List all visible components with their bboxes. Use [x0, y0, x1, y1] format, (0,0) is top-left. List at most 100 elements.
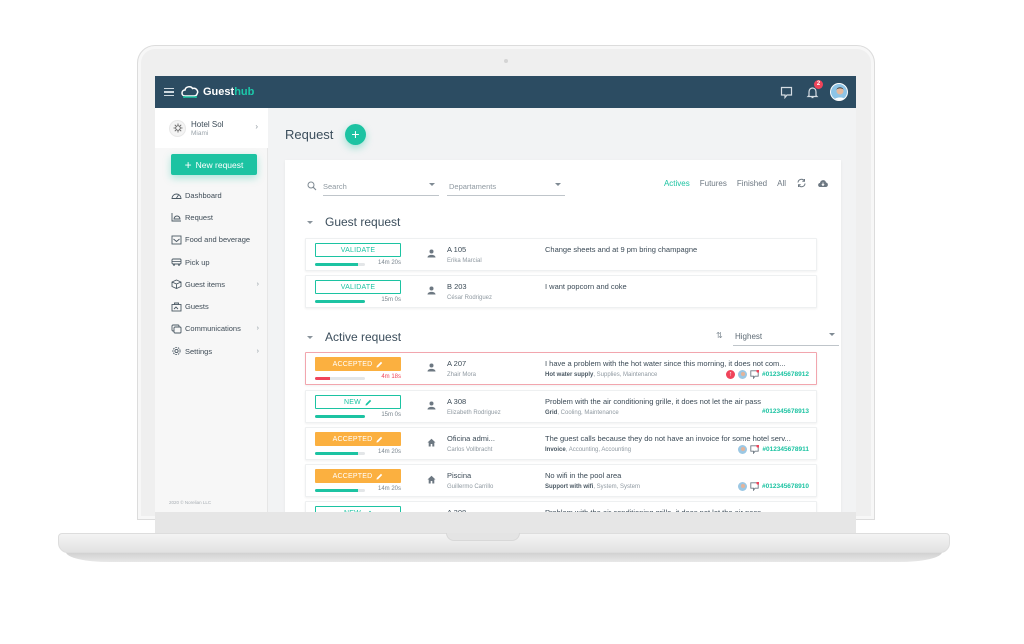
guest-request-card[interactable]: VALIDATE 14m 20s A 105 Erika Marcial Cha…	[305, 238, 817, 271]
request-tags: Grid, Cooling, Maintenance	[545, 410, 619, 416]
notifications-button[interactable]: 2	[804, 80, 823, 100]
sort-value: Highest	[735, 332, 763, 341]
status-button[interactable]: NEW	[315, 506, 401, 512]
ticket-number[interactable]: #012345678911	[762, 446, 809, 453]
status-button[interactable]: ACCEPTED	[315, 432, 401, 446]
time-progress-bar	[315, 452, 365, 455]
pencil-icon	[376, 473, 383, 479]
sun-icon	[173, 123, 182, 133]
departments-input[interactable]	[449, 182, 549, 191]
sidebar-item-guest-items[interactable]: Guest items ›	[171, 273, 263, 295]
ticket-number[interactable]: #012345678912	[762, 371, 809, 378]
ticket-number[interactable]: #012345678913	[762, 408, 809, 415]
active-request-card[interactable]: ACCEPTED 14m 20s Oficina admi... Carlos …	[305, 427, 817, 460]
sort-icon: ⇅	[716, 331, 723, 340]
ticket-number[interactable]: #012345678910	[762, 483, 809, 490]
chevron-right-icon: ›	[256, 325, 259, 333]
room-number: A 207	[447, 359, 467, 368]
active-request-card[interactable]: ACCEPTED 14m 20s Piscina Guillermo Carri…	[305, 464, 817, 497]
new-request-label: New request	[195, 159, 244, 170]
app-screen: Guesthub 2 Hotel Sol Miami › + New reque…	[155, 76, 856, 512]
validate-button[interactable]: VALIDATE	[315, 243, 401, 257]
unread-chat-icon[interactable]	[750, 370, 759, 379]
unread-chat-icon[interactable]	[750, 445, 760, 454]
laptop-notch	[446, 533, 520, 541]
home-icon	[427, 438, 436, 447]
time-progress-bar	[315, 263, 365, 266]
new-request-button[interactable]: + New request	[171, 154, 257, 175]
status-label: NEW	[344, 510, 361, 513]
person-icon	[427, 249, 436, 258]
status-button[interactable]: ACCEPTED	[315, 357, 401, 371]
request-description: Problem with the air conditioning grille…	[545, 397, 761, 406]
tab-all[interactable]: All	[777, 179, 786, 188]
guest-request-card[interactable]: VALIDATE 15m 0s B 203 César Rodriguez I …	[305, 275, 817, 308]
person-icon	[427, 286, 436, 295]
active-request-header[interactable]: Active request	[307, 330, 401, 344]
filters	[307, 176, 565, 196]
active-request-card[interactable]: ACCEPTED 4m 18s A 207 Zhair Mora I have …	[305, 352, 817, 385]
sidebar-item-settings[interactable]: Settings ›	[171, 340, 263, 362]
assignee-avatar[interactable]	[738, 445, 748, 454]
refresh-icon[interactable]	[796, 178, 807, 188]
validate-button[interactable]: VALIDATE	[315, 280, 401, 294]
section-title: Guest request	[325, 215, 401, 229]
assignee-avatar[interactable]	[738, 370, 747, 379]
room-number: Piscina	[447, 471, 472, 480]
search-icon	[307, 181, 317, 191]
search-field[interactable]	[323, 178, 439, 196]
sort-select[interactable]: ⇅ Highest	[716, 328, 839, 346]
active-request-card[interactable]: NEW A 308 Problem with the air condition…	[305, 501, 817, 512]
tab-finished[interactable]: Finished	[737, 179, 767, 188]
guest-name: Elizabeth Rodriguez	[447, 410, 501, 416]
hotel-selector[interactable]: Hotel Sol Miami ›	[155, 108, 268, 148]
request-description: I have a problem with the hot water sinc…	[545, 359, 786, 368]
messages-button[interactable]	[778, 84, 794, 100]
status-label: ACCEPTED	[332, 435, 373, 443]
active-request-card[interactable]: NEW 15m 0s A 308 Elizabeth Rodriguez Pro…	[305, 390, 817, 423]
sidebar-item-request[interactable]: Request	[171, 206, 263, 228]
user-avatar[interactable]	[830, 83, 848, 101]
card-meta: #012345678913	[762, 408, 809, 415]
departments-select[interactable]	[447, 178, 565, 196]
status-button[interactable]: ACCEPTED	[315, 469, 401, 483]
tab-futures[interactable]: Futures	[700, 179, 727, 188]
guest-name: Zhair Mora	[447, 372, 477, 378]
time-progress-bar	[315, 489, 365, 492]
pencil-icon	[368, 510, 372, 512]
request-description: No wifi in the pool area	[545, 471, 622, 480]
unread-chat-icon[interactable]	[750, 482, 759, 491]
tab-actives[interactable]: Actives	[664, 179, 690, 188]
person-icon	[427, 363, 436, 372]
cloud-download-icon[interactable]	[817, 178, 829, 188]
guest-request-header[interactable]: Guest request	[307, 215, 400, 229]
section-title: Active request	[325, 330, 402, 344]
assignee-avatar[interactable]	[738, 482, 747, 491]
page-title: Request	[285, 127, 334, 142]
search-input[interactable]	[323, 182, 403, 191]
timer: 4m 18s	[381, 374, 401, 380]
gear-icon	[172, 347, 181, 356]
brand-name: Guesthub	[203, 86, 255, 98]
status-button[interactable]: NEW	[315, 395, 401, 409]
add-request-button[interactable]: +	[345, 124, 366, 145]
box-icon	[171, 279, 182, 290]
sidebar-item-guests[interactable]: Guests	[171, 295, 263, 317]
dashboard-icon	[171, 193, 182, 200]
request-description: Change sheets and at 9 pm bring champagn…	[545, 245, 698, 254]
sidebar: Hotel Sol Miami › + New request Dashboar…	[155, 108, 268, 512]
collapse-arrow-icon[interactable]	[307, 220, 313, 224]
time-progress-bar	[315, 300, 365, 303]
laptop-base-shadow	[66, 552, 942, 562]
sidebar-item-label: Food and beverage	[185, 235, 251, 245]
laptop-bottom-bezel	[155, 512, 856, 533]
sidebar-item-dashboard[interactable]: Dashboard	[171, 184, 263, 206]
status-tabs: Actives Futures Finished All	[664, 178, 841, 188]
collapse-arrow-icon[interactable]	[307, 335, 313, 339]
status-label: NEW	[344, 398, 361, 406]
timer: 14m 20s	[377, 449, 401, 455]
sidebar-item-communications[interactable]: Communications ›	[171, 318, 263, 340]
sidebar-item-pick-up[interactable]: Pick up	[171, 251, 263, 273]
menu-icon[interactable]	[164, 87, 174, 97]
sidebar-item-food-and-beverage[interactable]: Food and beverage	[171, 229, 263, 251]
